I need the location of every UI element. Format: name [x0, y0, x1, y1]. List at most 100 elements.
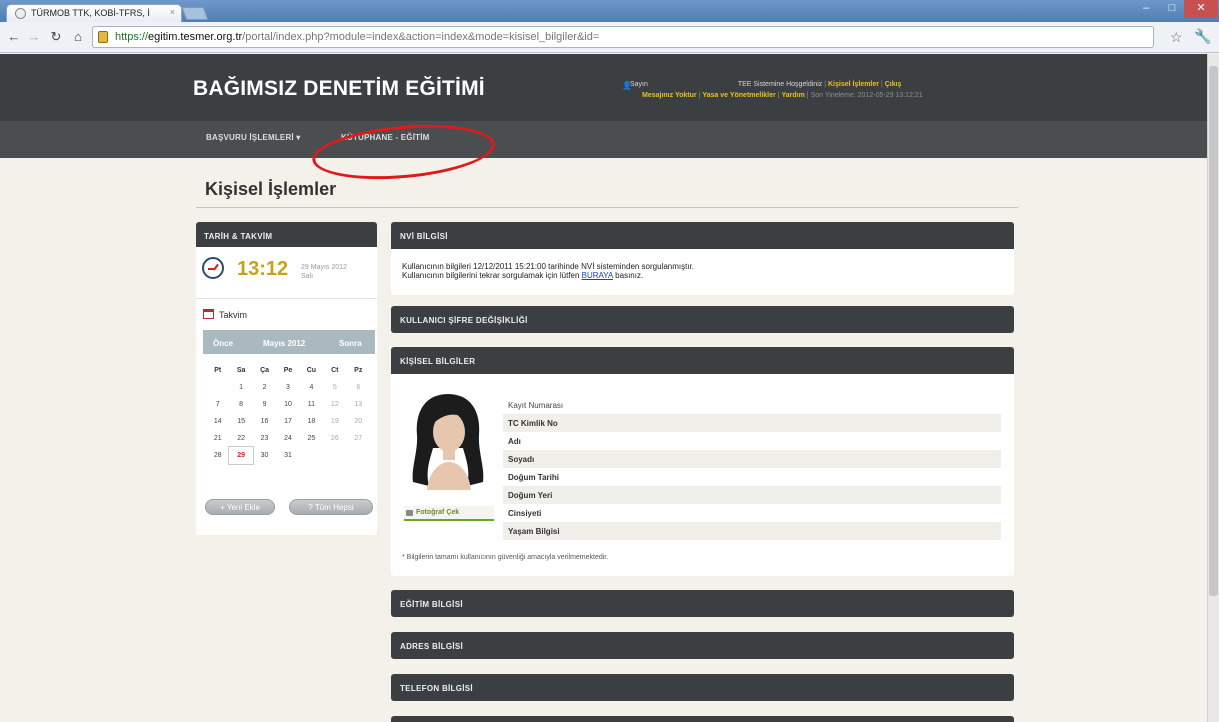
- panel-nvi-header[interactable]: NVİ BİLGİSİ: [391, 222, 1014, 249]
- calendar-day[interactable]: 3: [276, 379, 299, 396]
- forward-icon[interactable]: →: [26, 29, 42, 44]
- calendar-day[interactable]: 27: [347, 430, 370, 447]
- title-divider: [196, 207, 1018, 208]
- calendar-day[interactable]: 19: [323, 413, 346, 430]
- tab-close-icon[interactable]: ×: [170, 7, 175, 17]
- calendar-day[interactable]: 29: [228, 446, 254, 465]
- nvi-line2-prefix: Kullanıcının bilgilerini tekrar sorgulam…: [402, 271, 580, 280]
- field-label: Adı: [508, 436, 521, 446]
- wrench-icon[interactable]: 🔧: [1194, 28, 1211, 45]
- panel-education-header[interactable]: EĞİTİM BİLGİSİ: [391, 590, 1014, 617]
- laws-link[interactable]: Yasa ve Yönetmelikler: [702, 92, 775, 99]
- new-tab-button[interactable]: [181, 7, 209, 20]
- field-label: Cinsiyeti: [508, 508, 542, 518]
- address-bar[interactable]: https://egitim.tesmer.org.tr/portal/inde…: [92, 26, 1154, 48]
- panel-address-header[interactable]: ADRES BİLGİSİ: [391, 632, 1014, 659]
- show-all-button[interactable]: ? Tüm Hepsi: [289, 499, 373, 515]
- calendar-icon: [203, 309, 214, 319]
- calendar-weekday: Sa: [236, 367, 246, 374]
- calendar-weekdays: Pt Sa Ça Pe Cu Ct Pz: [206, 362, 370, 379]
- calendar-day[interactable]: 2: [253, 379, 276, 396]
- calendar-day[interactable]: 14: [206, 413, 229, 430]
- calendar-day[interactable]: 18: [300, 413, 323, 430]
- tab-title: TÜRMOB TTK, KOBİ-TFRS, İ: [31, 8, 150, 18]
- calendar-day[interactable]: 12: [323, 396, 346, 413]
- browser-titlebar: TÜRMOB TTK, KOBİ-TFRS, İ × – □ ✕: [0, 0, 1219, 22]
- back-icon[interactable]: ←: [6, 29, 22, 44]
- calendar-label: Takvim: [219, 310, 248, 320]
- nvi-line2-suffix: basınız.: [615, 271, 644, 280]
- take-photo-button[interactable]: Fotoğraf Çek: [404, 506, 494, 521]
- calendar-day[interactable]: 4: [300, 379, 323, 396]
- menu-item-applications[interactable]: BAŞVURU İŞLEMLERİ ▾: [206, 133, 301, 142]
- calendar-nav: Önce Mayıs 2012 Sonra: [203, 330, 375, 354]
- minimize-icon[interactable]: –: [1132, 0, 1160, 18]
- calendar-day[interactable]: 23: [253, 430, 276, 447]
- browser-tab[interactable]: TÜRMOB TTK, KOBİ-TFRS, İ ×: [6, 4, 182, 22]
- close-window-icon[interactable]: ✕: [1184, 0, 1218, 18]
- calendar-next[interactable]: Sonra: [339, 339, 362, 348]
- panel-password-header[interactable]: KULLANICI ŞİFRE DEĞİŞİKLİĞİ: [391, 306, 1014, 333]
- nvi-requery-link[interactable]: BURAYA: [582, 271, 613, 280]
- calendar-day[interactable]: 16: [253, 413, 276, 430]
- calendar-day[interactable]: 26: [323, 430, 346, 447]
- calendar-prev[interactable]: Önce: [213, 339, 233, 348]
- logout-link[interactable]: Çıkış: [885, 81, 902, 88]
- scrollbar-thumb[interactable]: [1209, 66, 1218, 596]
- field-label: Soyadı: [503, 450, 1001, 468]
- welcome-text: TEE Sistemine Hoşgeldiniz: [737, 81, 823, 88]
- calendar-day[interactable]: 11: [300, 396, 323, 413]
- reload-icon[interactable]: ↻: [48, 29, 64, 45]
- calendar-day[interactable]: 28: [206, 447, 229, 464]
- calendar-day[interactable]: 20: [347, 413, 370, 430]
- field-label: Doğum Yeri: [503, 486, 1001, 504]
- calendar-day: [300, 447, 323, 464]
- calendar-week: 7 8 9 10 11 12 13: [206, 396, 370, 413]
- calendar-week: 123456: [206, 379, 370, 396]
- page-title: Kişisel İşlemler: [205, 179, 337, 199]
- calendar-day[interactable]: 31: [276, 447, 299, 464]
- table-row: Doğum Tarihi: [503, 468, 1001, 486]
- add-new-button[interactable]: + Yeni Ekle: [205, 499, 275, 515]
- bookmark-star-icon[interactable]: ☆: [1170, 29, 1183, 46]
- calendar-weekday: Pt: [214, 367, 222, 374]
- maximize-icon[interactable]: □: [1160, 0, 1184, 18]
- camera-icon: [406, 510, 413, 516]
- help-link[interactable]: Yardım: [781, 92, 804, 99]
- panel-personal-header[interactable]: KİŞİSEL BİLGİLER: [391, 347, 1014, 374]
- table-row: Kayıt Numarası: [503, 396, 1001, 414]
- messages-link[interactable]: Mesajınız Yoktur: [642, 92, 697, 99]
- calendar-day[interactable]: 30: [253, 447, 276, 464]
- calendar-week: 21 22 23 24 25 26 27: [206, 430, 370, 447]
- calendar-day[interactable]: 15: [229, 413, 252, 430]
- calendar-day[interactable]: 22: [229, 430, 252, 447]
- panel-phone-header[interactable]: TELEFON BİLGİSİ: [391, 674, 1014, 701]
- calendar-weekday: Pe: [283, 367, 293, 374]
- site-title: BAĞIMSIZ DENETİM EĞİTİMİ: [193, 77, 485, 100]
- calendar-day[interactable]: 7: [206, 396, 229, 413]
- personal-link[interactable]: Kişisel İşlemler: [828, 81, 879, 88]
- calendar-week: 14 15 16 17 18 19 20: [206, 413, 370, 430]
- calendar-day[interactable]: 6: [347, 379, 370, 396]
- calendar-grid: Pt Sa Ça Pe Cu Ct Pz 1 2 3 4 5 6 7 8 9 10 11 12 13 14 15 16 17…: [206, 362, 370, 465]
- user-icon: 👤: [622, 81, 632, 90]
- calendar-day: [323, 447, 346, 464]
- calendar-day[interactable]: 21: [206, 430, 229, 447]
- calendar-day[interactable]: 24: [276, 430, 299, 447]
- favicon-icon: [15, 8, 26, 19]
- sidebar-divider: [196, 298, 377, 299]
- calendar-day[interactable]: 25: [300, 430, 323, 447]
- footnote: * Bilgilerin tamamı kullanıcının güvenli…: [402, 554, 609, 561]
- calendar-day[interactable]: 8: [229, 396, 252, 413]
- calendar-day[interactable]: 17: [276, 413, 299, 430]
- calendar-weekday: Pz: [354, 367, 363, 374]
- panel-next-header[interactable]: [391, 716, 1014, 722]
- calendar-day[interactable]: 13: [347, 396, 370, 413]
- calendar-day[interactable]: 10: [276, 396, 299, 413]
- calendar-day[interactable]: 1: [229, 379, 252, 396]
- calendar-day[interactable]: 5: [323, 379, 346, 396]
- table-row: Yaşam Bilgisi: [503, 522, 1001, 540]
- nvi-line1: Kullanıcının bilgileri 12/12/2011 15:21:…: [402, 262, 695, 271]
- home-icon[interactable]: ⌂: [70, 29, 86, 44]
- calendar-day[interactable]: 9: [253, 396, 276, 413]
